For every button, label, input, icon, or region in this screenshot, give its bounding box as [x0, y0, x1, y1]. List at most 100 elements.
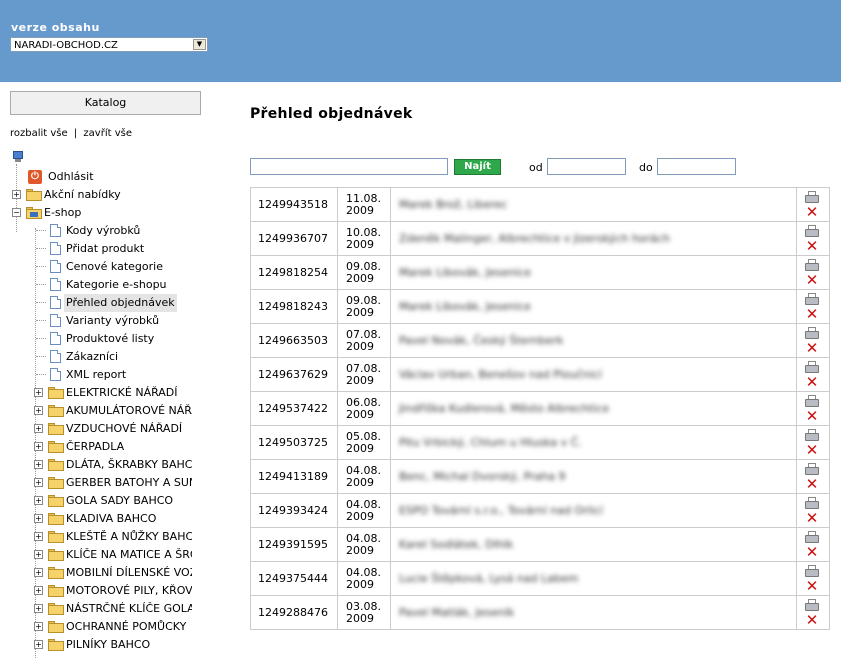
expand-all-link[interactable]: rozbalit vše: [10, 128, 68, 139]
tree-item[interactable]: Přehled objednávek: [10, 294, 192, 312]
tree-item[interactable]: Zákazníci: [10, 348, 192, 366]
tree-item[interactable]: + NÁSTRČNÉ KLÍČE GOLA: [10, 600, 192, 618]
chevron-down-icon[interactable]: ▼: [193, 39, 206, 50]
tree-item[interactable]: Cenové kategorie: [10, 258, 192, 276]
tree-item[interactable]: + KLADIVA BAHCO: [10, 510, 192, 528]
version-select[interactable]: NARADI-OBCHOD.CZ ▼: [10, 37, 208, 52]
katalog-button[interactable]: Katalog: [10, 91, 201, 115]
table-row[interactable]: 1249637629 07.08. 2009 Václav Urban, Beneš…: [250, 357, 830, 392]
tree-item[interactable]: + PILNÍKY BAHCO: [10, 636, 192, 654]
table-row[interactable]: 1249537422 06.08. 2009 Jindřiška Kudlerová…: [250, 391, 830, 426]
printer-icon[interactable]: [805, 361, 820, 373]
tree-item[interactable]: + GOLA SADY BAHCO: [10, 492, 192, 510]
order-id[interactable]: 1249637629: [250, 357, 338, 392]
printer-icon[interactable]: [805, 293, 820, 305]
search-input[interactable]: [250, 158, 448, 175]
delete-icon[interactable]: ✕: [805, 307, 819, 322]
expand-icon[interactable]: +: [34, 550, 43, 559]
order-id[interactable]: 1249537422: [250, 391, 338, 426]
delete-icon[interactable]: ✕: [805, 477, 819, 492]
tree-item[interactable]: Kategorie e-shopu: [10, 276, 192, 294]
tree-item[interactable]: Kody výrobků: [10, 222, 192, 240]
expand-icon[interactable]: +: [34, 514, 43, 523]
printer-icon[interactable]: [805, 395, 820, 407]
order-id[interactable]: 1249503725: [250, 425, 338, 460]
order-id[interactable]: 1249413189: [250, 459, 338, 494]
table-row[interactable]: 1249393424 04.08. 2009 ESPO Tovární s.r.o.…: [250, 493, 830, 528]
search-button[interactable]: Najít: [454, 159, 501, 175]
order-id[interactable]: 1249818254: [250, 255, 338, 290]
tree-item[interactable]: Přidat produkt: [10, 240, 192, 258]
tree-item[interactable]: + ČERPADLA: [10, 438, 192, 456]
tree-item[interactable]: + ELEKTRICKÉ NÁŘADÍ: [10, 384, 192, 402]
printer-icon[interactable]: [805, 497, 820, 509]
table-row[interactable]: 1249943518 11.08. 2009 Marek Brož, Liberec…: [250, 187, 830, 222]
table-row[interactable]: 1249288476 03.08. 2009 Pavel Matlák, Jesen…: [250, 595, 830, 630]
tree-item[interactable]: Produktové listy: [10, 330, 192, 348]
expand-icon[interactable]: +: [34, 478, 43, 487]
printer-icon[interactable]: [805, 191, 820, 203]
delete-icon[interactable]: ✕: [805, 613, 819, 628]
order-id[interactable]: 1249663503: [250, 323, 338, 358]
tree-item[interactable]: + MOBILNÍ DÍLENSKÉ VOZÍKY: [10, 564, 192, 582]
tree-item[interactable]: − E-shop: [10, 204, 192, 222]
delete-icon[interactable]: ✕: [805, 375, 819, 390]
expand-icon[interactable]: +: [34, 496, 43, 505]
delete-icon[interactable]: ✕: [805, 239, 819, 254]
printer-icon[interactable]: [805, 429, 820, 441]
tree-item[interactable]: ⏻ Odhlásit: [10, 168, 192, 186]
expand-icon[interactable]: +: [34, 622, 43, 631]
order-id[interactable]: 1249375444: [250, 561, 338, 596]
tree-item[interactable]: + OCHRANNÉ POMŮCKY: [10, 618, 192, 636]
delete-icon[interactable]: ✕: [805, 443, 819, 458]
expand-icon[interactable]: +: [34, 388, 43, 397]
logout-icon[interactable]: ⏻: [28, 170, 42, 184]
order-id[interactable]: 1249943518: [250, 187, 338, 222]
tree-item[interactable]: + GERBER BATOHY A SUMKY: [10, 474, 192, 492]
order-id[interactable]: 1249288476: [250, 595, 338, 630]
table-row[interactable]: 1249375444 04.08. 2009 Lucie Štěpková, Lys…: [250, 561, 830, 596]
tree-item[interactable]: + AKUMULÁTOROVÉ NÁŘADÍ: [10, 402, 192, 420]
delete-icon[interactable]: ✕: [805, 273, 819, 288]
collapse-all-link[interactable]: zavřít vše: [83, 128, 132, 139]
table-row[interactable]: 1249503725 05.08. 2009 Pitu Vrbický, Chlum…: [250, 425, 830, 460]
table-row[interactable]: 1249391595 04.08. 2009 Karel Sodlátek, Dlh…: [250, 527, 830, 562]
delete-icon[interactable]: ✕: [805, 579, 819, 594]
table-row[interactable]: 1249818243 09.08. 2009 Marek Libovák, Jese…: [250, 289, 830, 324]
table-row[interactable]: 1249818254 09.08. 2009 Marek Libovák, Jese…: [250, 255, 830, 290]
printer-icon[interactable]: [805, 327, 820, 339]
tree-item[interactable]: + Akční nabídky: [10, 186, 192, 204]
collapse-icon[interactable]: −: [12, 208, 21, 217]
expand-icon[interactable]: +: [34, 640, 43, 649]
expand-icon[interactable]: +: [34, 442, 43, 451]
printer-icon[interactable]: [805, 463, 820, 475]
delete-icon[interactable]: ✕: [805, 511, 819, 526]
printer-icon[interactable]: [805, 225, 820, 237]
tree-item[interactable]: Varianty výrobků: [10, 312, 192, 330]
delete-icon[interactable]: ✕: [805, 205, 819, 220]
order-id[interactable]: 1249936707: [250, 221, 338, 256]
date-to-input[interactable]: [657, 158, 736, 175]
tree-item[interactable]: + KLÍČE NA MATICE A ŠROUBY: [10, 546, 192, 564]
tree-item[interactable]: + KLEŠTĚ A NŮŽKY BAHCO: [10, 528, 192, 546]
table-row[interactable]: 1249413189 04.08. 2009 Benc, Michal Dvorsk…: [250, 459, 830, 494]
printer-icon[interactable]: [805, 531, 820, 543]
tree-item[interactable]: XML report: [10, 366, 192, 384]
expand-icon[interactable]: +: [12, 190, 21, 199]
table-row[interactable]: 1249663503 07.08. 2009 Pavel Novák, Český …: [250, 323, 830, 358]
expand-icon[interactable]: +: [34, 568, 43, 577]
order-id[interactable]: 1249818243: [250, 289, 338, 324]
order-id[interactable]: 1249393424: [250, 493, 338, 528]
tree-item[interactable]: + MOTOROVÉ PILY, KŘOVINOŘEZY: [10, 582, 192, 600]
expand-icon[interactable]: +: [34, 460, 43, 469]
table-row[interactable]: 1249936707 10.08. 2009 Zdeněk Malinger, Al…: [250, 221, 830, 256]
order-id[interactable]: 1249391595: [250, 527, 338, 562]
expand-icon[interactable]: +: [34, 406, 43, 415]
expand-icon[interactable]: +: [34, 586, 43, 595]
printer-icon[interactable]: [805, 565, 820, 577]
date-from-input[interactable]: [547, 158, 626, 175]
delete-icon[interactable]: ✕: [805, 409, 819, 424]
printer-icon[interactable]: [805, 599, 820, 611]
expand-icon[interactable]: +: [34, 424, 43, 433]
tree-item[interactable]: + DLÁTA, ŠKRABKY BAHCO: [10, 456, 192, 474]
